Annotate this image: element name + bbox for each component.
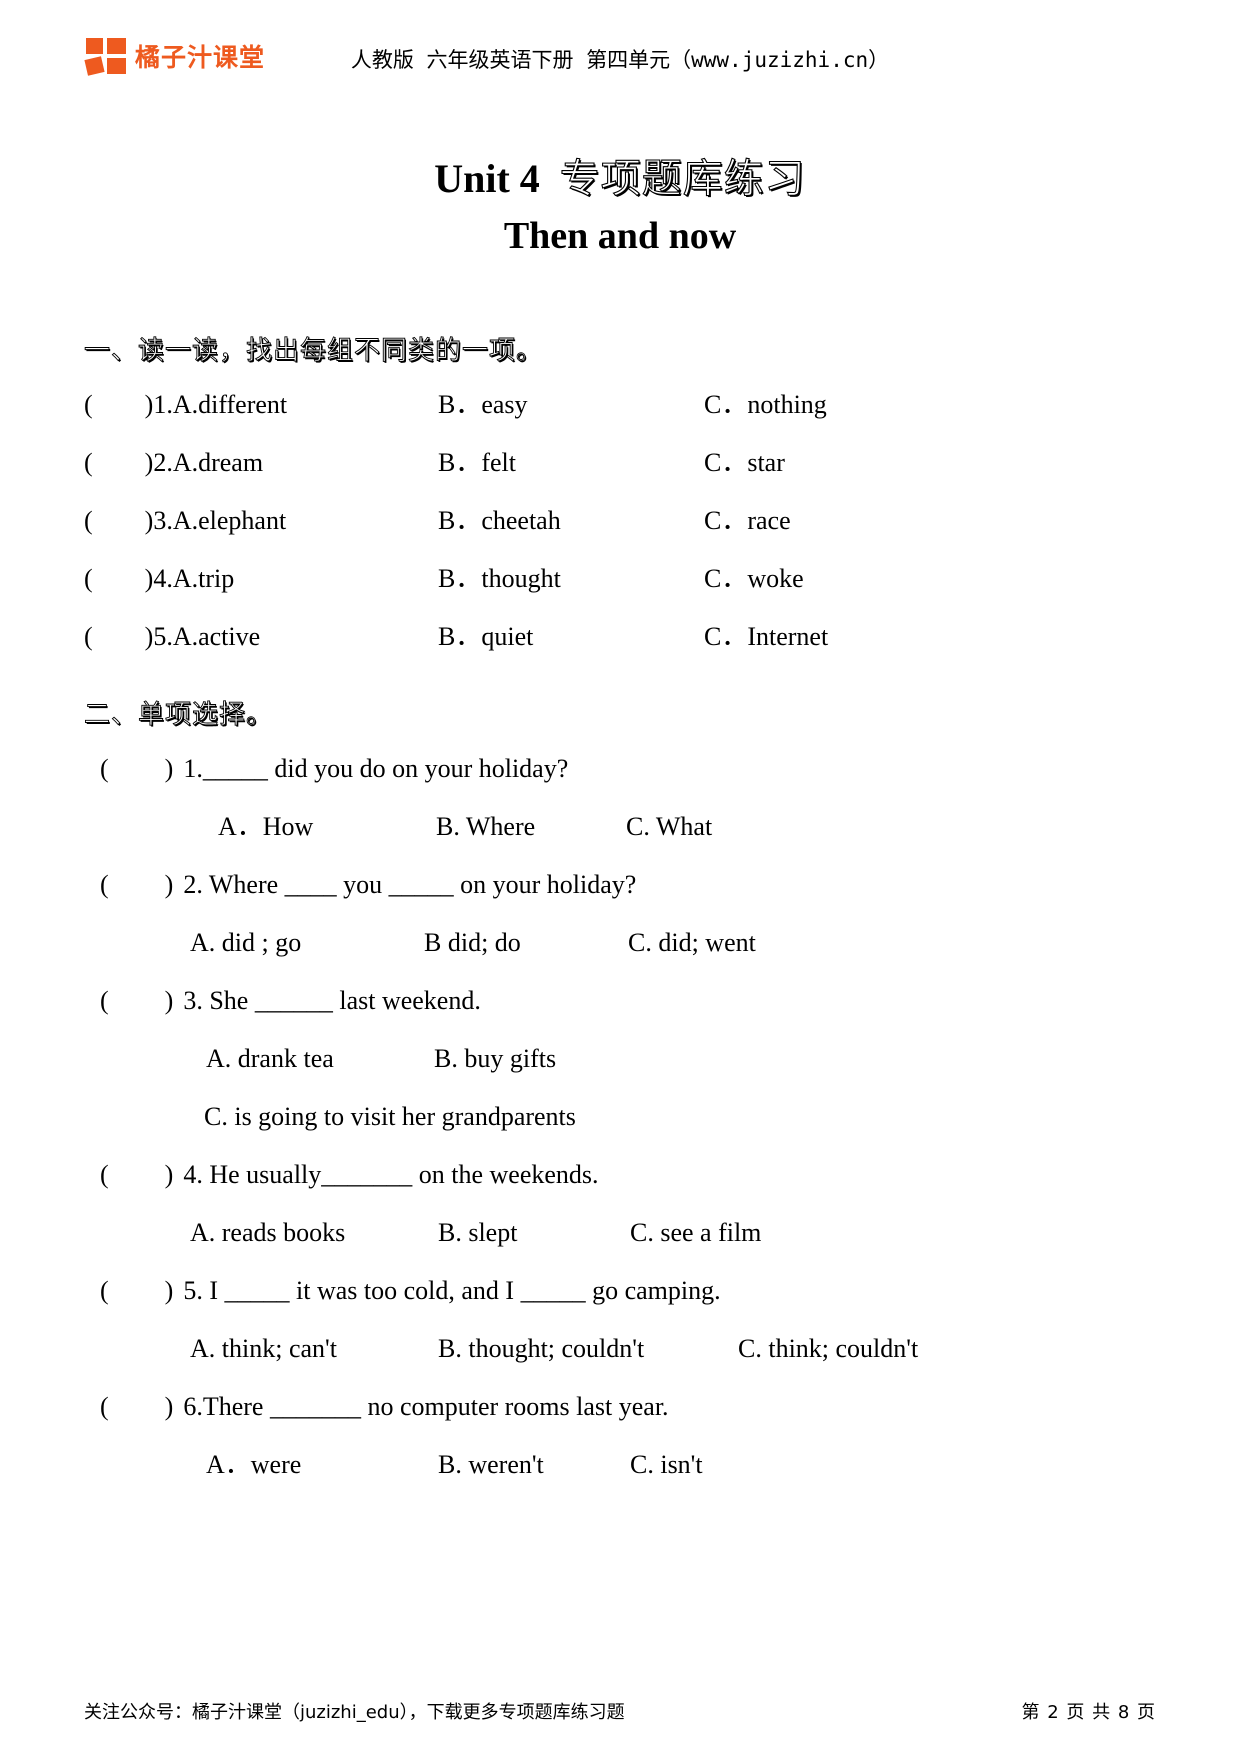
question-1-stem: 1._____ did you do on your holiday? [183,754,569,783]
question-3-option-c[interactable]: C. is going to visit her grandparents [204,1104,576,1130]
answer-paren-close: ) [164,870,174,899]
answer-paren-close: ) [164,1160,174,1189]
answer-paren-open[interactable]: ( [100,986,109,1015]
question-6-stem: 6.There _______ no computer rooms last y… [183,1392,669,1421]
list-item: () 6.There _______ no computer rooms last… [100,1394,669,1420]
question-6-option-a[interactable]: A．were [206,1452,301,1478]
s1-row-5-option-c: C．Internet [704,622,829,651]
s1-row-2-option-c: C．star [704,448,785,477]
page-header: 橘子汁课堂 人教版 六年级英语下册 第四单元（www.juzizhi.cn） [0,0,1240,100]
question-5-option-b[interactable]: B. thought; couldn't [438,1336,644,1362]
question-1-option-c[interactable]: C. What [626,814,712,840]
question-4-stem: 4. He usually_______ on the weekends. [183,1160,599,1189]
section-2-heading: 二、单项选择。 [84,700,274,731]
page-title-chinese: 专项题库练习 [559,155,806,202]
list-item: () 1._____ did you do on your holiday? [100,756,568,782]
question-5-option-a[interactable]: A. think; can't [190,1336,337,1362]
s1-row-2-option-b: B．felt [438,448,516,477]
page-subtitle: Then and now [503,215,737,257]
question-4-option-c[interactable]: C. see a film [630,1220,761,1246]
question-2-option-b[interactable]: B did; do [424,930,521,956]
question-5-stem: 5. I _____ it was too cold, and I _____ … [183,1276,721,1305]
answer-paren-open[interactable]: ( [100,1160,109,1189]
question-4-option-b[interactable]: B. slept [438,1220,517,1246]
question-5-option-c[interactable]: C. think; couldn't [738,1336,918,1362]
answer-paren-close: ) [164,1276,174,1305]
s1-row-1-option-b: B．easy [438,390,528,419]
question-3-stem: 3. She ______ last weekend. [183,986,481,1015]
s1-row-4-option-a: ()4.A.trip [84,564,235,593]
answer-paren-open[interactable]: ( [100,1276,109,1305]
question-2-option-c[interactable]: C. did; went [628,930,756,956]
s1-row-4-option-c: C．woke [704,564,804,593]
answer-paren-close: ) [164,754,174,783]
s1-row-1-option-c: C．nothing [704,390,827,419]
s1-row-1-option-a: ()1.A.different [84,390,288,419]
s1-row-5-option-b: B．quiet [438,622,534,651]
answer-paren-open[interactable]: ( [100,870,109,899]
question-4-option-a[interactable]: A. reads books [190,1220,345,1246]
question-3-option-b[interactable]: B. buy gifts [434,1046,556,1072]
page-title: Unit 4 专项题库练习 [0,146,1240,204]
list-item: () 3. She ______ last weekend. [100,988,481,1014]
question-6-option-c[interactable]: C. isn't [630,1452,703,1478]
list-item: () 4. He usually_______ on the weekends. [100,1162,599,1188]
s1-row-3-option-b: B．cheetah [438,506,561,535]
page-number: 第 2 页 共 8 页 [1021,1702,1156,1723]
list-item: () 5. I _____ it was too cold, and I ____… [100,1278,721,1304]
question-1-option-b[interactable]: B. Where [436,814,535,840]
s1-row-4-option-b: B．thought [438,564,561,593]
answer-paren-open[interactable]: ( [100,754,109,783]
page-title-unit: Unit 4 [434,156,540,201]
question-2-stem: 2. Where ____ you _____ on your holiday? [183,870,637,899]
question-6-option-b[interactable]: B. weren't [438,1452,544,1478]
answer-paren-close: ) [164,1392,174,1421]
section-1-heading: 一、读一读，找出每组不同类的一项。 [84,336,544,367]
document-header-title: 人教版 六年级英语下册 第四单元（www.juzizhi.cn） [350,48,890,72]
s1-row-3-option-a: ()3.A.elephant [84,506,287,535]
footer-note: 关注公众号：橘子汁课堂（juzizhi_edu），下载更多专项题库练习题 [84,1702,625,1723]
s1-row-2-option-a: ()2.A.dream [84,448,264,477]
page-footer: 关注公众号：橘子汁课堂（juzizhi_edu），下载更多专项题库练习题 第 2… [0,1684,1240,1754]
s1-row-5-option-a: ()5.A.active [84,622,261,651]
list-item: () 2. Where ____ you _____ on your holida… [100,872,636,898]
s1-row-3-option-c: C．race [704,506,791,535]
question-2-option-a[interactable]: A. did ; go [190,930,301,956]
answer-paren-open[interactable]: ( [100,1392,109,1421]
answer-paren-close: ) [164,986,174,1015]
question-3-option-a[interactable]: A. drank tea [206,1046,334,1072]
question-1-option-a[interactable]: A．How [218,814,313,840]
